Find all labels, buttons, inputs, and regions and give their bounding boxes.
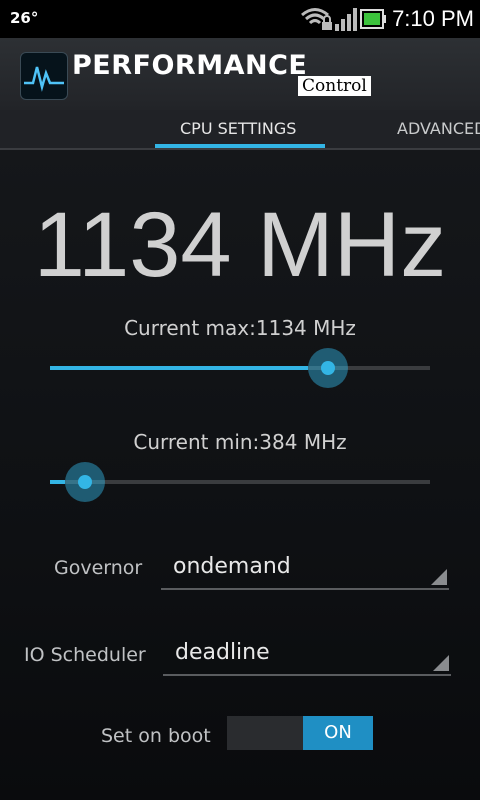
min-frequency-slider[interactable] bbox=[50, 462, 430, 502]
status-icons: 7:10 PM bbox=[300, 3, 474, 35]
battery-icon bbox=[360, 9, 387, 29]
io-scheduler-value: deadline bbox=[175, 640, 270, 665]
toggle-on-state: ON bbox=[303, 716, 373, 750]
current-frequency: 1134 MHz bbox=[33, 194, 447, 296]
max-frequency-slider[interactable] bbox=[50, 348, 430, 388]
app-bar: PERFORMANCE Control bbox=[0, 38, 480, 110]
governor-value: ondemand bbox=[173, 554, 291, 579]
signal-icon bbox=[335, 8, 358, 31]
status-bar: 26° 7:10 PM bbox=[0, 0, 480, 38]
dropdown-arrow-icon bbox=[433, 655, 449, 671]
set-on-boot-label: Set on boot bbox=[101, 725, 211, 747]
clock: 7:10 PM bbox=[392, 6, 474, 31]
app-title: PERFORMANCE bbox=[72, 50, 308, 81]
slider-fill bbox=[50, 480, 65, 484]
app-subtitle: Control bbox=[298, 76, 371, 96]
slider-fill bbox=[50, 366, 308, 370]
slider-thumb[interactable] bbox=[308, 348, 348, 388]
governor-label: Governor bbox=[54, 557, 143, 579]
wifi-lock-icon bbox=[301, 8, 333, 30]
tab-cpu-settings[interactable]: CPU SETTINGS bbox=[180, 119, 296, 138]
tab-advanced[interactable]: ADVANCED bbox=[397, 119, 480, 138]
io-scheduler-dropdown[interactable]: deadline bbox=[163, 638, 451, 676]
max-frequency-label: Current max:1134 MHz bbox=[124, 316, 356, 340]
slider-thumb[interactable] bbox=[65, 462, 105, 502]
slider-track bbox=[50, 480, 430, 484]
governor-dropdown[interactable]: ondemand bbox=[161, 552, 449, 590]
tab-bar: CPU SETTINGS ADVANCED bbox=[0, 110, 480, 150]
active-tab-indicator bbox=[155, 144, 325, 148]
temperature-indicator: 26° bbox=[10, 9, 39, 27]
io-scheduler-label: IO Scheduler bbox=[24, 644, 146, 666]
dropdown-arrow-icon bbox=[431, 569, 447, 585]
min-frequency-label: Current min:384 MHz bbox=[133, 430, 347, 454]
set-on-boot-toggle[interactable]: ON bbox=[227, 716, 373, 750]
app-logo-icon[interactable] bbox=[20, 52, 68, 100]
